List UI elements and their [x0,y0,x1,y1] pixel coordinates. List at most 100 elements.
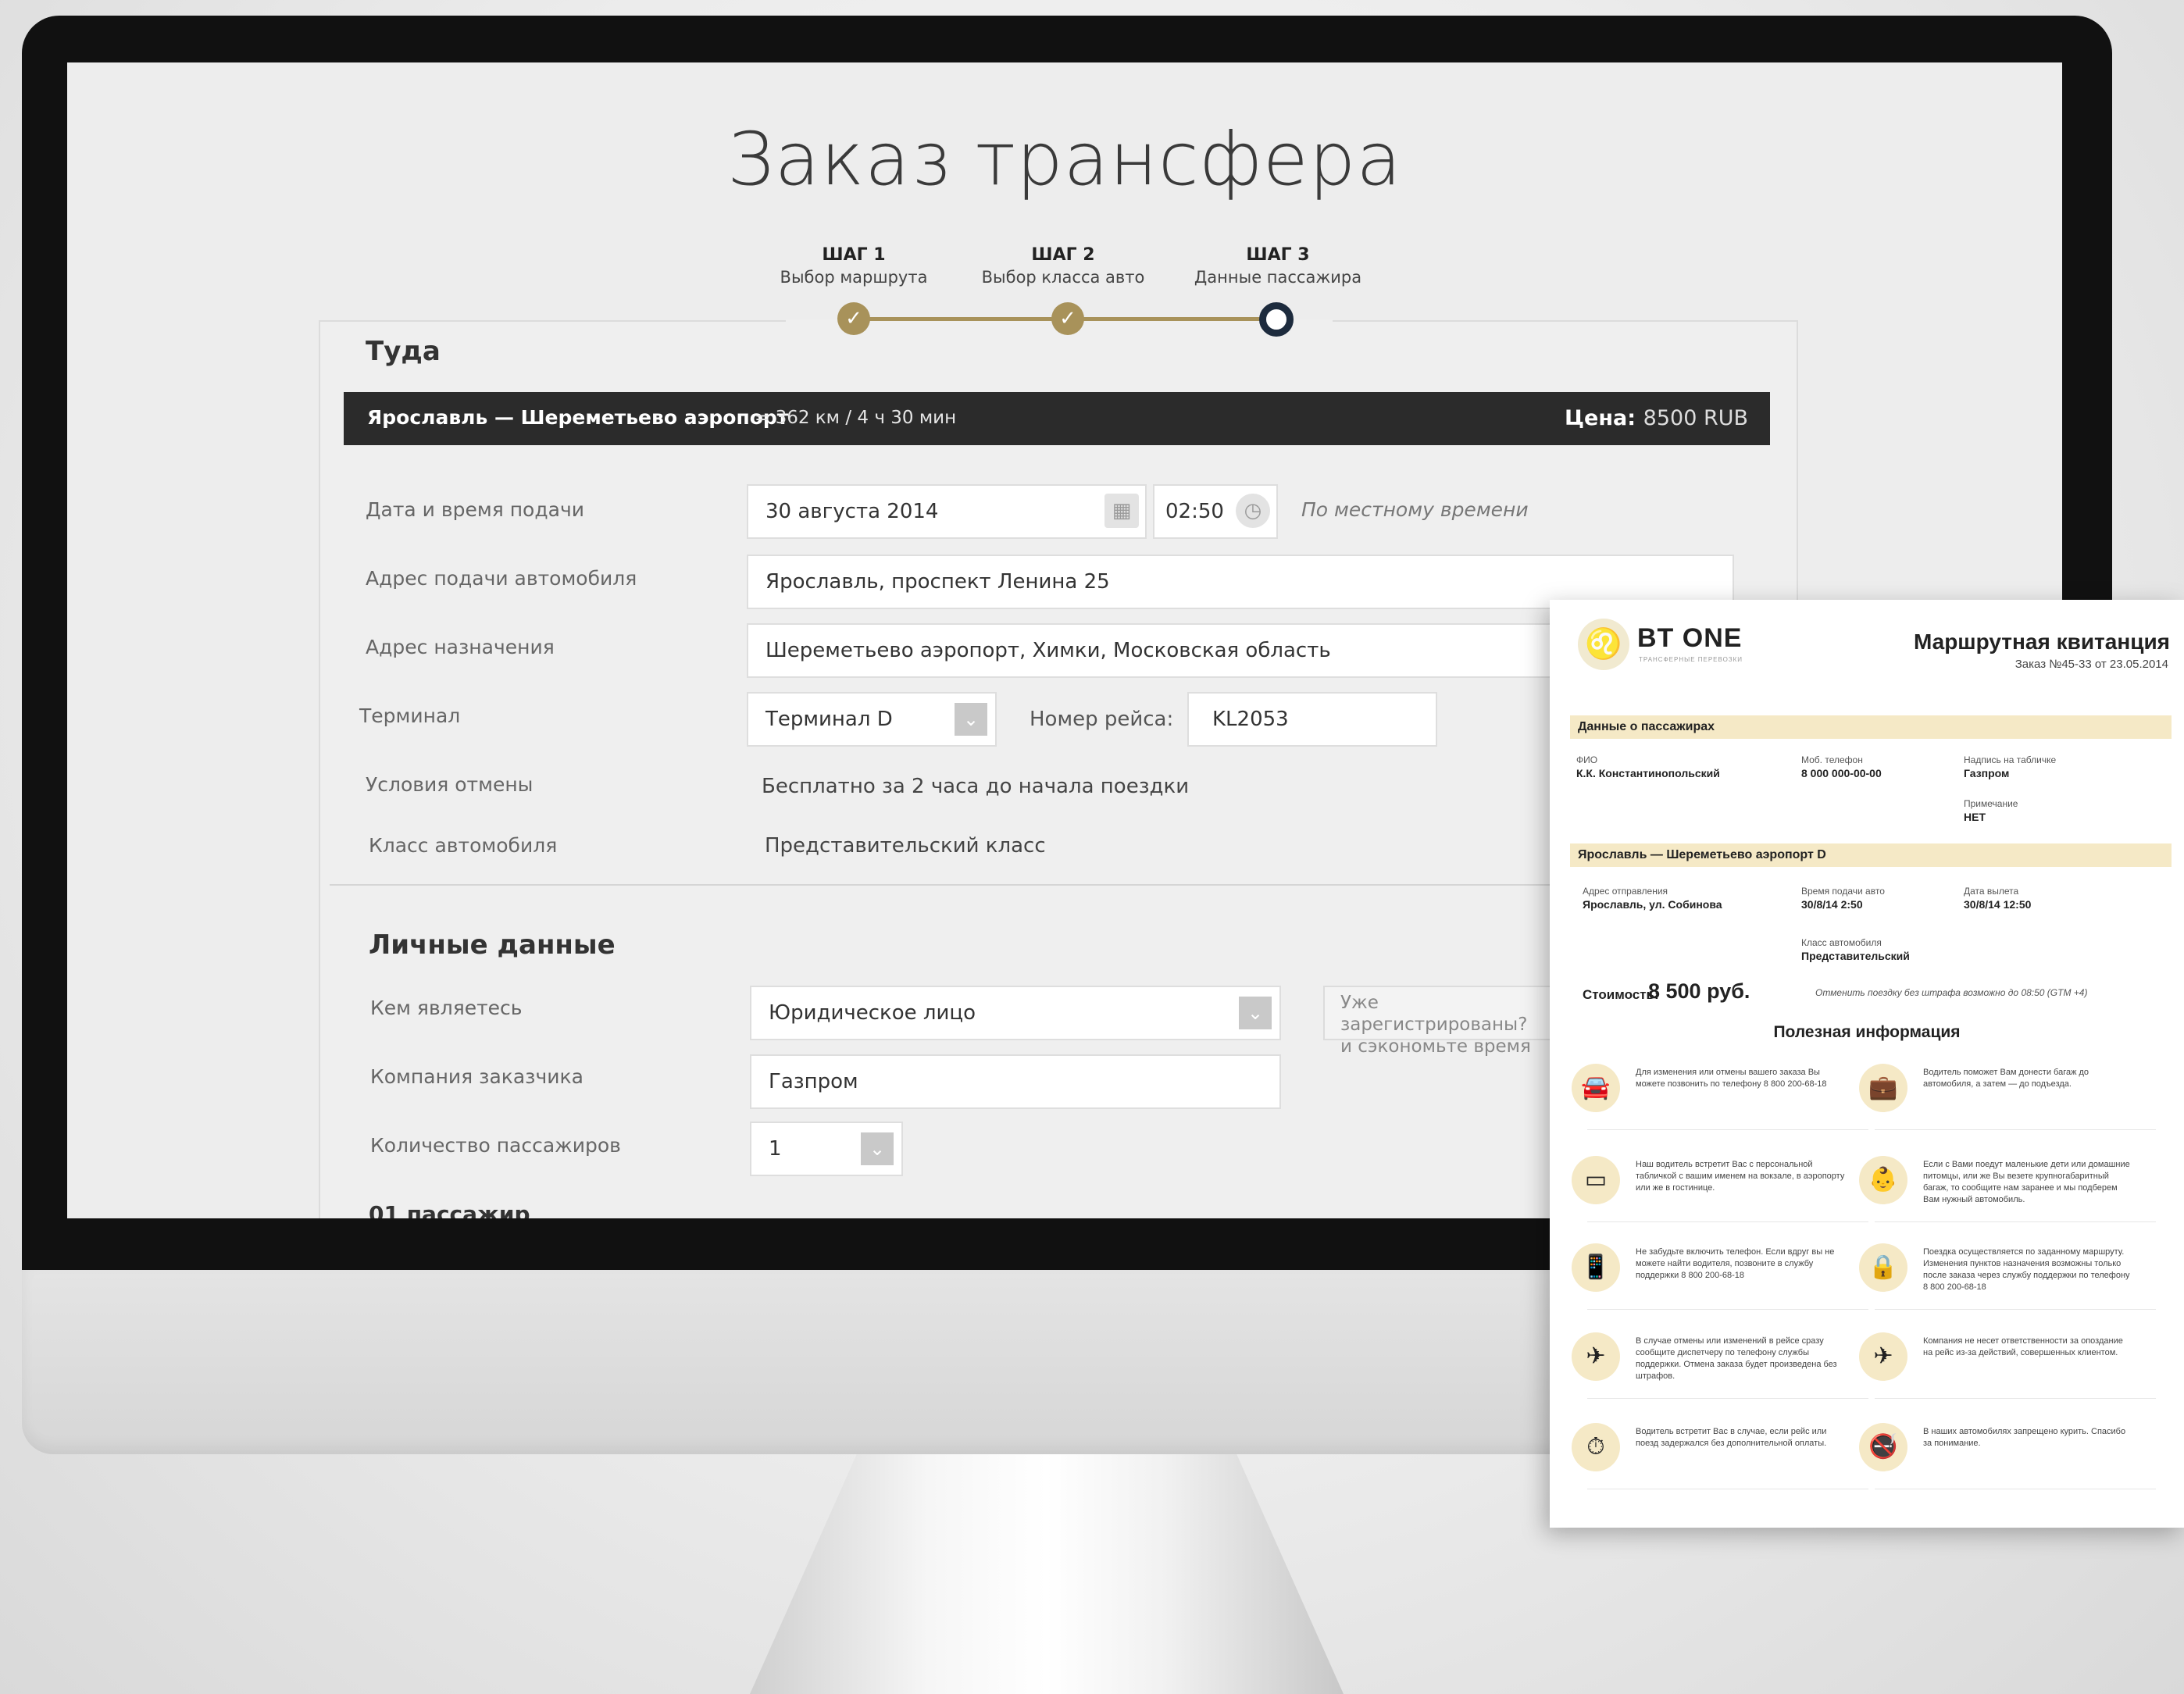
plane-icon: ✈ [1859,1332,1907,1381]
car-icon: 🚘 [1572,1064,1620,1112]
route-name: Ярославль — Шереметьево аэропорт [367,406,789,429]
step-1-check-icon: ✓ [837,302,870,335]
divider [1587,1129,1868,1130]
depart-value: Ярославль, ул. Собинова [1583,898,1722,911]
phone-icon: 📱 [1572,1243,1620,1292]
useful-info-item: 🚭 В наших автомобилях запрещено курить. С… [1859,1423,2156,1501]
passengers-label: Количество пассажиров [370,1134,621,1157]
cost-note: Отменить поездку без штрафа возможно до … [1815,987,2088,998]
useful-info-text: Компания не несет ответственности за опо… [1923,1336,2123,1357]
step-3-number: ШАГ 3 [1246,245,1310,265]
terminal-select[interactable]: Терминал D ⌄ [747,692,997,747]
login-hint[interactable]: Уже зарегистрированы? и сэкономьте время [1323,986,1558,1057]
step-1-number: ШАГ 1 [822,245,886,265]
useful-info-item: 💼 Водитель поможет Вам донести багаж до а… [1859,1064,2156,1142]
date-label: Дата и время подачи [366,498,584,521]
stopwatch-icon: ⏱ [1572,1423,1620,1471]
login-hint-line2: и сэкономьте время [1340,1036,1531,1057]
useful-info-text: Водитель поможет Вам донести багаж до ав… [1923,1068,2089,1089]
clock-icon[interactable]: ◷ [1236,494,1270,528]
company-input[interactable]: Газпром [750,1054,1281,1109]
receipt-order-number: Заказ №45-33 от 23.05.2014 [2014,658,2168,671]
route-distance: = 362 км / 4 ч 30 мин [755,408,957,428]
useful-info-item: ✈ Компания не несет ответственности за оп… [1859,1332,2156,1410]
divider [1587,1398,1868,1399]
flight-cancel-icon: ✈ [1572,1332,1620,1381]
useful-info-item: 🚘 Для изменения или отмены вашего заказа … [1572,1064,1868,1142]
trip-section-title: Туда [366,336,441,367]
step-1[interactable]: ШАГ 1 Выбор маршрута [752,245,955,287]
pickup-value: Ярославль, проспект Ленина 25 [765,570,1110,594]
time-value: 02:50 [1165,500,1224,523]
time-field[interactable]: 02:50 ◷ [1153,484,1278,539]
lion-logo-icon: ♌ [1578,619,1629,670]
pickup-time-value: 30/8/14 2:50 [1801,898,1863,911]
divider [1875,1309,2156,1310]
chevron-down-icon[interactable]: ⌄ [861,1132,894,1165]
flight-date-label: Дата вылета [1964,886,2019,897]
useful-info-text: В наших автомобилях запрещено курить. Сп… [1923,1427,2126,1448]
price-label: Цена: [1564,406,1636,430]
useful-info-text: В случае отмены или изменений в рейсе ср… [1636,1336,1837,1381]
divider [1587,1309,1868,1310]
useful-info-item: ⏱ Водитель встретит Вас в случае, если ре… [1572,1423,1868,1501]
time-hint: По местному времени [1301,498,1529,521]
step-2[interactable]: ШАГ 2 Выбор класса авто [962,245,1165,287]
step-3[interactable]: ШАГ 3 Данные пассажира [1176,245,1379,287]
fio-value: К.К. Константинопольский [1576,767,1720,779]
sign-label: Надпись на табличке [1964,754,2057,765]
login-hint-line1: Уже зарегистрированы? [1340,993,1528,1035]
phone-label: Моб. телефон [1801,754,1863,765]
price-value: 8500 RUB [1643,406,1748,430]
route-band: Ярославль — Шереметьево аэропорт D [1570,843,2172,867]
fio-label: ФИО [1576,754,1598,765]
lock-icon: 🔒 [1859,1243,1907,1292]
receipt-logo-subtitle: ТРАНСФЕРНЫЕ ПЕРЕВОЗКИ [1639,656,1743,663]
no-smoking-icon: 🚭 [1859,1423,1907,1471]
passengers-value: 1 [769,1137,782,1161]
step-2-number: ШАГ 2 [1031,245,1095,265]
step-2-label: Выбор класса авто [981,268,1145,287]
calendar-icon[interactable]: ▦ [1104,494,1139,528]
date-value: 30 августа 2014 [765,500,939,523]
cancel-conditions: Бесплатно за 2 часа до начала поездки [762,775,1190,798]
note-value: НЕТ [1964,811,1986,823]
cancel-label: Условия отмены [366,773,534,796]
pickup-time-label: Время подачи авто [1801,886,1885,897]
flight-number-input[interactable]: KL2053 [1187,692,1437,747]
receipt-logo-text: BT ONE [1637,623,1743,653]
useful-info-item: ▭ Наш водитель встретит Вас с персонально… [1572,1156,1868,1234]
useful-info-text: Поездка осуществляется по заданному марш… [1923,1247,2130,1292]
phone-value: 8 000 000-00-00 [1801,767,1882,779]
entity-type-value: Юридическое лицо [769,1001,976,1025]
chevron-down-icon[interactable]: ⌄ [955,703,987,736]
sign-value: Газпром [1964,767,2010,779]
step-3-current-dot [1259,302,1294,337]
note-label: Примечание [1964,798,2018,809]
chevron-down-icon[interactable]: ⌄ [1239,997,1272,1029]
flight-date-value: 30/8/14 12:50 [1964,898,2032,911]
passengers-band: Данные о пассажирах [1570,715,2172,739]
personal-section-title: Личные данные [369,929,616,961]
cost-value: 8 500 руб. [1648,979,1750,1003]
useful-info-text: Не забудьте включить телефон. Если вдруг… [1636,1247,1835,1280]
divider [1875,1398,2156,1399]
car-class-receipt-value: Представительский [1801,950,1910,962]
company-label: Компания заказчика [370,1065,583,1088]
passengers-select[interactable]: 1 ⌄ [750,1122,903,1176]
useful-info-item: 👶 Если с Вами поедут маленькие дети или д… [1859,1156,2156,1234]
car-class-receipt-label: Класс автомобиля [1801,937,1882,948]
passenger-heading: 01 пассажир [369,1201,530,1218]
depart-label: Адрес отправления [1583,886,1668,897]
monitor-stand [750,1454,1344,1694]
entity-type-select[interactable]: Юридическое лицо ⌄ [750,986,1281,1040]
useful-info-item: 📱 Не забудьте включить телефон. Если вдру… [1572,1243,1868,1321]
child-icon: 👶 [1859,1156,1907,1204]
date-field[interactable]: 30 августа 2014 ▦ [747,484,1147,539]
car-class-value: Представительский класс [765,834,1046,858]
divider [1875,1129,2156,1130]
luggage-icon: 💼 [1859,1064,1907,1112]
destination-label: Адрес назначения [366,636,555,658]
terminal-label: Терминал [359,704,461,727]
sign-icon: ▭ [1572,1156,1620,1204]
